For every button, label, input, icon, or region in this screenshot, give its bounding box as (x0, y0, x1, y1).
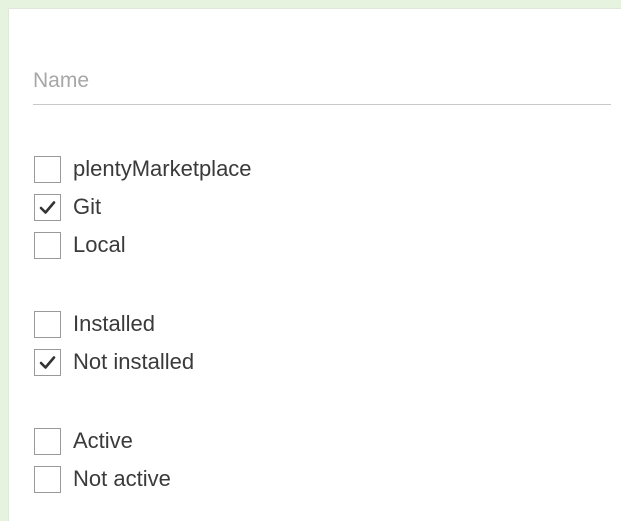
checkbox-label: Not installed (73, 349, 195, 374)
filter-option[interactable]: Installed (34, 305, 194, 343)
filter-option[interactable]: Local (34, 226, 252, 264)
checkbox[interactable] (34, 465, 61, 493)
activity-filter-group: Active Not active (34, 422, 171, 498)
checkbox-label: Not active (73, 466, 171, 491)
checkbox[interactable] (34, 193, 61, 221)
checkbox-label: Active (73, 428, 133, 453)
filter-option[interactable]: Git (34, 188, 252, 226)
installation-filter-group: Installed Not installed (34, 305, 194, 381)
checkbox[interactable] (34, 310, 61, 338)
filter-option[interactable]: plentyMarketplace (34, 150, 252, 188)
filter-option[interactable]: Not active (34, 460, 171, 498)
filter-panel: plentyMarketplace Git Local Installed No… (8, 8, 621, 521)
checkbox-label: Git (73, 194, 102, 219)
checkbox-label: Local (73, 232, 126, 257)
checkbox[interactable] (34, 231, 61, 259)
filter-option[interactable]: Not installed (34, 343, 194, 381)
checkbox-label: plentyMarketplace (73, 156, 252, 181)
source-filter-group: plentyMarketplace Git Local (34, 150, 252, 264)
name-search-input[interactable] (33, 59, 611, 103)
checkmark-icon (39, 200, 56, 214)
checkbox-label: Installed (73, 311, 155, 336)
name-field (33, 59, 611, 105)
filter-option[interactable]: Active (34, 422, 171, 460)
checkbox[interactable] (34, 427, 61, 455)
checkbox[interactable] (34, 348, 61, 376)
checkmark-icon (39, 355, 56, 369)
checkbox[interactable] (34, 155, 61, 183)
